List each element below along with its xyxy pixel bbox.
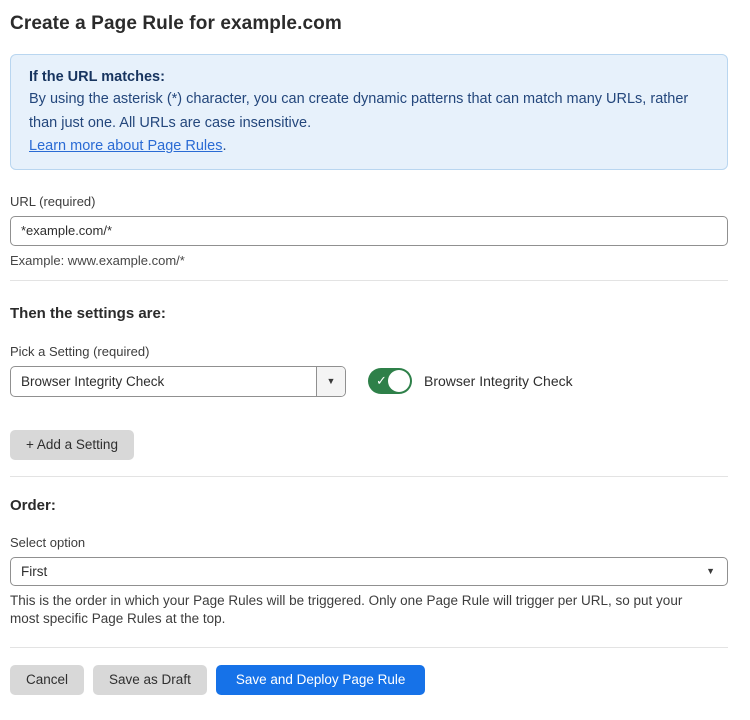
link-suffix: .	[222, 138, 226, 154]
setting-select-value: Browser Integrity Check	[11, 374, 316, 389]
check-icon: ✓	[376, 374, 387, 387]
chevron-down-icon[interactable]: ▼	[316, 367, 345, 396]
learn-more-link[interactable]: Learn more about Page Rules	[29, 138, 222, 154]
toggle-group: ✓ Browser Integrity Check	[368, 368, 573, 394]
order-helper-text: This is the order in which your Page Rul…	[10, 592, 710, 629]
order-select-value: First	[21, 564, 47, 579]
url-field-label: URL (required)	[10, 194, 728, 209]
info-box-heading: If the URL matches:	[29, 66, 709, 88]
setting-picker-label: Pick a Setting (required)	[10, 344, 728, 359]
setting-controls-row: Browser Integrity Check ▼ ✓ Browser Inte…	[10, 366, 728, 397]
divider	[10, 476, 728, 477]
info-box-body: By using the asterisk (*) character, you…	[29, 88, 709, 135]
footer-actions: Cancel Save as Draft Save and Deploy Pag…	[10, 665, 728, 695]
save-deploy-button[interactable]: Save and Deploy Page Rule	[216, 665, 426, 695]
settings-section-heading: Then the settings are:	[10, 305, 728, 322]
add-setting-button[interactable]: + Add a Setting	[10, 430, 134, 460]
browser-integrity-toggle[interactable]: ✓	[368, 368, 412, 394]
setting-select[interactable]: Browser Integrity Check ▼	[10, 366, 346, 397]
url-match-info-box: If the URL matches: By using the asteris…	[10, 54, 728, 170]
save-draft-button[interactable]: Save as Draft	[93, 665, 207, 695]
cancel-button[interactable]: Cancel	[10, 665, 84, 695]
order-select[interactable]: First ▼	[10, 557, 728, 586]
order-section-heading: Order:	[10, 497, 728, 514]
url-example-helper: Example: www.example.com/*	[10, 253, 728, 268]
order-select-label: Select option	[10, 535, 728, 550]
chevron-down-icon: ▼	[706, 566, 715, 576]
page-rule-form: Create a Page Rule for example.com If th…	[0, 0, 750, 695]
divider	[10, 280, 728, 281]
toggle-label: Browser Integrity Check	[424, 373, 573, 389]
url-input[interactable]	[10, 216, 728, 246]
page-title: Create a Page Rule for example.com	[10, 13, 728, 35]
divider	[10, 647, 728, 648]
toggle-knob	[388, 370, 410, 392]
info-box-link-line: Learn more about Page Rules.	[29, 135, 709, 159]
